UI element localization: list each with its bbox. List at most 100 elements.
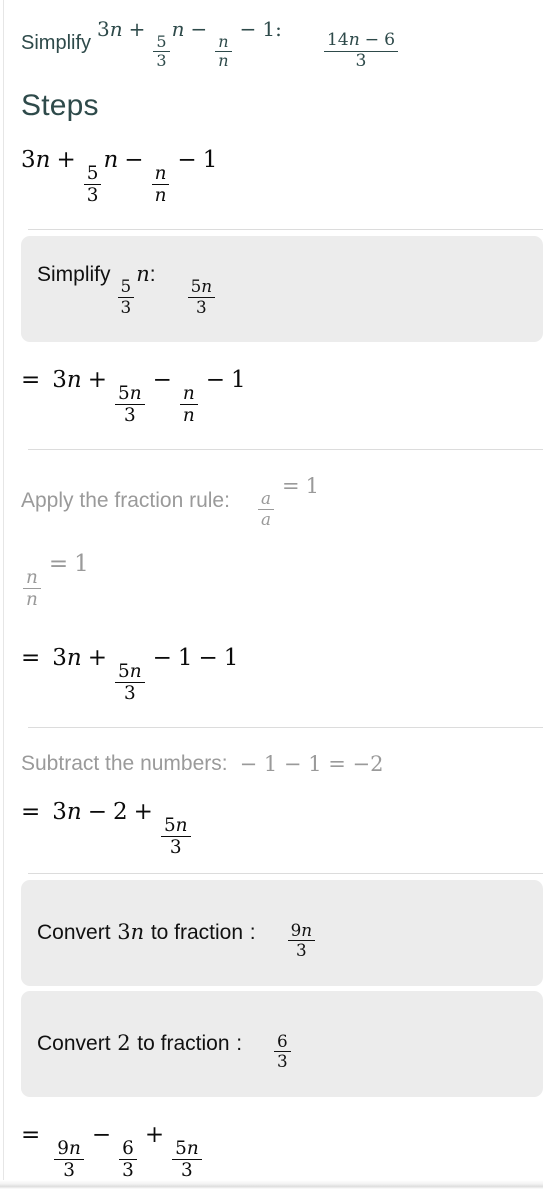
eq-term-3: 3 xyxy=(52,798,67,825)
eq-op-minus-1: − xyxy=(152,644,172,671)
step-initial-expression: 3n +5 3 n − n n −1 xyxy=(0,122,543,223)
eq-sign: = xyxy=(48,551,69,578)
step-convert-3n-to-fraction[interactable]: Convert 3n to fraction : 9n 3 xyxy=(21,880,543,986)
step-n-over-n-equals-one: n n = 1 xyxy=(0,534,543,619)
header-fraction-5-3-var: n xyxy=(171,17,185,42)
step-value: 5n 3 xyxy=(186,262,218,316)
num-var: n xyxy=(129,660,142,682)
denominator: 3 xyxy=(120,296,132,317)
step-label: Convert 2 to fraction : xyxy=(37,1031,242,1056)
numerator: 5 xyxy=(120,276,132,297)
step-divider xyxy=(28,229,543,231)
header-term-3-var: n xyxy=(109,17,123,42)
step-divider xyxy=(28,873,543,875)
step-value: 9n 3 xyxy=(286,906,318,960)
step-equation-after-simplify: = 3n +5n 3− n n −1 xyxy=(0,342,543,443)
numerator: 5n xyxy=(115,384,145,403)
num-coef: 9 xyxy=(57,1137,69,1159)
denominator: 3 xyxy=(195,296,207,317)
eq-op-plus: + xyxy=(133,798,153,825)
steps-heading: Steps xyxy=(21,89,99,123)
header-fraction-5-3-denominator: 3 xyxy=(156,51,167,71)
num-var: n xyxy=(186,1137,199,1159)
eq-op-minus-1: − xyxy=(152,367,172,394)
rule-equals: = xyxy=(281,474,300,499)
num-coef: 5 xyxy=(118,383,130,405)
eq-op-plus: + xyxy=(87,367,108,394)
numerator: 6 xyxy=(122,1137,134,1159)
denominator: 3 xyxy=(63,1159,75,1181)
header-term-1: 1 xyxy=(262,17,276,42)
step-label: Simplify 5 3 n: xyxy=(37,262,156,316)
denominator: 3 xyxy=(181,1159,193,1181)
denominator: 3 xyxy=(86,185,99,207)
num-coef: 5 xyxy=(118,660,130,682)
eq-op-plus: + xyxy=(144,1121,165,1148)
eq-fraction-5-3: 53 xyxy=(83,163,102,207)
header-fraction-n-n-numerator: n xyxy=(218,31,229,51)
step-equation-after-fraction-rule: = 3n +5n 3−1−1 xyxy=(0,620,543,721)
header-op-plus: + xyxy=(128,17,146,42)
eq-sign: = xyxy=(21,798,41,825)
eq-fraction-n-n: nn xyxy=(179,383,198,427)
eq-fraction-5n-3: 5n 3 xyxy=(172,1139,202,1180)
step-simplify-five-thirds-n[interactable]: Simplify 5 3 n: 5n 3 xyxy=(21,236,543,343)
header-op-minus-1: − xyxy=(190,17,208,42)
label-coef: 2 xyxy=(117,1031,131,1056)
step-label-text-b: to fraction xyxy=(150,921,244,945)
denominator: n xyxy=(26,589,38,611)
eq-term-3-var: n xyxy=(66,367,82,394)
numerator: n xyxy=(182,383,195,405)
result-num-coef: 14 xyxy=(326,30,349,51)
rule-label: Subtract the numbers: xyxy=(21,751,228,775)
numerator: 5 xyxy=(86,163,99,185)
header-colon: : xyxy=(275,17,282,42)
value-fraction-6-3: 63 xyxy=(274,1032,291,1071)
result-num-const: 6 xyxy=(384,30,396,51)
denominator: 3 xyxy=(169,836,182,858)
eq-fraction-6-3: 63 xyxy=(119,1139,137,1180)
label-colon: : xyxy=(236,1032,243,1056)
numerator: 5n xyxy=(172,1139,202,1158)
label-fraction-5-3: 53 xyxy=(117,276,135,317)
result-fraction-denominator: 3 xyxy=(355,51,367,72)
eq-fraction-var: n xyxy=(103,147,119,174)
denominator: n xyxy=(182,405,195,427)
step-apply-fraction-rule: Apply the fraction rule: a a = 1 xyxy=(0,456,543,534)
result-fraction-numerator: 14n −6 xyxy=(324,30,398,51)
eq-term-3: 3 xyxy=(52,367,67,394)
result-fraction: 14n −6 3 xyxy=(323,30,399,72)
step-label-text: Simplify xyxy=(37,263,111,287)
label-var: n xyxy=(136,262,150,287)
step-value: 63 xyxy=(272,1017,293,1071)
numerator: 5n xyxy=(161,816,191,835)
eq-fraction-5n-3: 5n 3 xyxy=(115,660,145,703)
rule-fraction-a-a: aa xyxy=(257,489,274,528)
problem-header-expression: 3n +5 3 n − n n −1: xyxy=(97,17,282,70)
num-var: n xyxy=(68,1137,81,1159)
value-fraction-9n-3: 9n 3 xyxy=(287,919,316,961)
num-coef: 9 xyxy=(290,919,302,940)
problem-header-label: Simplify xyxy=(21,32,92,55)
eq-term-3: 3 xyxy=(52,644,67,671)
num-var: n xyxy=(301,919,313,940)
label-colon: : xyxy=(249,921,256,945)
problem-result: 14n −6 3 xyxy=(322,16,400,71)
label-var: n xyxy=(130,920,145,945)
header-op-minus-2: − xyxy=(239,17,257,42)
denominator: 3 xyxy=(295,940,307,961)
header-fraction-5-3: 53 xyxy=(153,33,170,71)
header-fraction-n-n: nn xyxy=(215,31,232,70)
rule-value: − 1 − 1 = −2 xyxy=(239,751,384,776)
step-convert-2-to-fraction[interactable]: Convert 2 to fraction : 63 xyxy=(21,990,543,1097)
step-subtract-the-numbers: Subtract the numbers: − 1 − 1 = −2 xyxy=(0,734,543,782)
numerator: 5n xyxy=(115,660,145,682)
num-coef: 5 xyxy=(163,814,176,836)
denominator: 3 xyxy=(123,405,136,427)
rule-value: a a = 1 xyxy=(256,474,319,528)
value-fraction-5n-3: 5n 3 xyxy=(187,276,216,317)
step-divider xyxy=(28,726,543,728)
num-coef: 5 xyxy=(190,276,202,297)
result-num-var: n xyxy=(348,30,360,51)
eq-fraction-n-n: nn xyxy=(23,568,41,611)
